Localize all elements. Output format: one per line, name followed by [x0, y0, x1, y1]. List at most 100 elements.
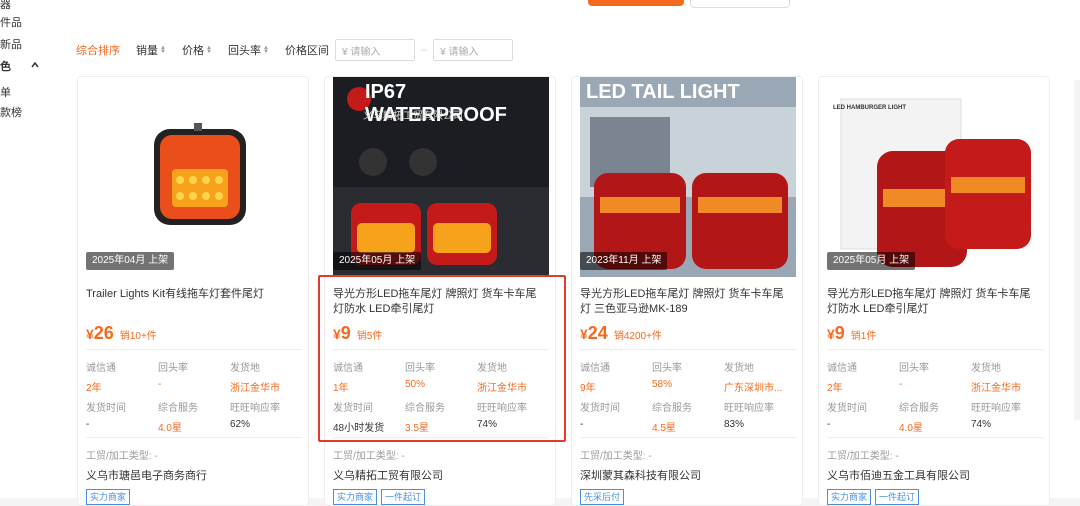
stat-value: 2年: [827, 383, 843, 394]
stat-value: 2年: [86, 383, 102, 394]
tag-list: 先采后付: [580, 489, 628, 505]
stat-value: -: [580, 419, 584, 430]
company-name[interactable]: 深圳蒙其森科技有限公司: [580, 467, 701, 483]
product-card[interactable]: LED TAIL LIGHT 2023年11月 上架 导光方形LED拖车尾灯 牌…: [571, 76, 803, 506]
sort-comprehensive[interactable]: 综合排序: [76, 42, 120, 58]
product-title[interactable]: Trailer Lights Kit有线拖车灯套件尾灯: [86, 287, 300, 302]
stat-value: 4.5星: [652, 423, 676, 434]
biz-type: 工贸/加工类型: -: [333, 451, 405, 462]
tag-list: 实力商家: [86, 489, 134, 505]
product-image[interactable]: LED TAIL LIGHT: [580, 77, 796, 277]
sidebar-item-0[interactable]: 器: [0, 0, 11, 12]
stat-value: 浙江金华市: [971, 383, 1021, 394]
stat-value: 62%: [230, 419, 251, 430]
stat-label: 发货时间: [333, 403, 373, 414]
product-title[interactable]: 导光方形LED拖车尾灯 牌照灯 货车卡车尾灯防水 LED牵引尾灯: [333, 287, 547, 317]
product-image-subcaption: 义乌精拓工贸有限公司: [363, 111, 463, 122]
stat-value: 3.5星: [405, 423, 429, 434]
divider: [580, 437, 796, 438]
stat-label: 发货时间: [580, 403, 620, 414]
sort-price[interactable]: 价格 ▲ ▼: [182, 42, 212, 58]
product-title[interactable]: 导光方形LED拖车尾灯 牌照灯 货车卡车尾灯 三色亚马逊MK-189: [580, 287, 794, 317]
stat-value: 50%: [405, 379, 426, 390]
stats-row-1: 诚信通 2年 回头率 - 发货地 浙江金华市: [86, 359, 302, 394]
stats-row-2: 发货时间 - 综合服务 4.0星 旺旺响应率 62%: [86, 399, 302, 434]
sort-return-rate[interactable]: 回头率 ▲ ▼: [228, 42, 269, 58]
divider: [827, 349, 1043, 350]
product-card[interactable]: LED HAMBURGER LIGHT 2025年05月 上架 导光方形LED拖…: [818, 76, 1050, 506]
sales-count: 销10+件: [119, 331, 157, 342]
chevron-up-icon[interactable]: [30, 60, 40, 70]
stat-label: 旺旺响应率: [477, 403, 527, 414]
sort-sales[interactable]: 销量 ▲ ▼: [136, 42, 166, 58]
stat-label: 诚信通: [827, 363, 857, 374]
price-max-input[interactable]: ¥ 请输入: [433, 39, 514, 61]
product-price: ¥ 9 销1件: [827, 323, 876, 344]
product-price: ¥ 24 销4200+件: [580, 323, 662, 344]
product-title[interactable]: 导光方形LED拖车尾灯 牌照灯 货车卡车尾灯防水 LED牵引尾灯: [827, 287, 1041, 317]
biz-type: 工贸/加工类型: -: [86, 451, 158, 462]
left-sidebar: 器 件品 新品 色 单 款榜: [0, 0, 60, 498]
stat-label: 综合服务: [158, 403, 198, 414]
stat-label: 发货地: [477, 363, 507, 374]
sidebar-item-3[interactable]: 色: [0, 58, 11, 74]
top-secondary-button[interactable]: [690, 0, 790, 8]
sidebar-item-1[interactable]: 件品: [0, 14, 22, 30]
sort-bar: 综合排序 销量 ▲ ▼ 价格 ▲ ▼ 回头率 ▲ ▼ 价格区间 ¥ 请输入 – ¥ 请输入: [76, 38, 514, 62]
stat-label: 旺旺响应率: [724, 403, 774, 414]
service-tag: 实力商家: [333, 489, 378, 505]
stat-label: 诚信通: [580, 363, 610, 374]
stat-label: 诚信通: [333, 363, 363, 374]
product-card[interactable]: IP67 WATERPROOF 义乌精拓工贸有限公司 2025年05月 上架 导…: [324, 76, 556, 506]
price-value: 9: [834, 323, 845, 343]
divider: [86, 349, 302, 350]
product-image[interactable]: LED HAMBURGER LIGHT: [827, 77, 1043, 277]
stat-value: 74%: [971, 419, 992, 430]
stat-value: 58%: [652, 379, 673, 390]
stat-value: 48小时发货: [333, 423, 385, 434]
price-value: 26: [93, 323, 114, 343]
sales-count: 销4200+件: [613, 331, 662, 342]
stat-label: 旺旺响应率: [230, 403, 280, 414]
company-name[interactable]: 义乌市瑭邑电子商务商行: [86, 467, 207, 483]
product-card[interactable]: 2025年04月 上架 Trailer Lights Kit有线拖车灯套件尾灯 …: [77, 76, 309, 506]
product-image[interactable]: [86, 77, 302, 277]
divider: [333, 437, 549, 438]
sidebar-item-5[interactable]: 款榜: [0, 104, 22, 120]
company-name[interactable]: 义乌市佰迪五金工具有限公司: [827, 467, 970, 483]
stat-value: -: [827, 419, 831, 430]
stat-value: 4.0星: [158, 423, 182, 434]
stats-row-2: 发货时间 - 综合服务 4.0星 旺旺响应率 74%: [827, 399, 1043, 434]
sidebar-item-4[interactable]: 单: [0, 84, 11, 100]
stat-value: 浙江金华市: [477, 383, 527, 394]
stat-label: 诚信通: [86, 363, 116, 374]
biz-type: 工贸/加工类型: -: [827, 451, 899, 462]
stats-row-1: 诚信通 2年 回头率 - 发货地 浙江金华市: [827, 359, 1043, 394]
stat-value: 4.0星: [899, 423, 923, 434]
biz-type: 工贸/加工类型: -: [580, 451, 652, 462]
currency-symbol: ¥: [86, 326, 94, 342]
listed-date-badge: 2025年05月 上架: [827, 252, 916, 270]
stats-row-1: 诚信通 9年 回头率 58% 发货地 广东深圳市...: [580, 359, 796, 394]
stat-label: 发货地: [230, 363, 260, 374]
top-primary-button[interactable]: [588, 0, 684, 6]
stat-label: 发货地: [724, 363, 754, 374]
product-image-caption: LED HAMBURGER LIGHT: [833, 105, 906, 111]
stats-row-1: 诚信通 1年 回头率 50% 发货地 浙江金华市: [333, 359, 549, 394]
sales-count: 销1件: [850, 331, 877, 342]
stat-value: -: [86, 419, 90, 430]
price-min-input[interactable]: ¥ 请输入: [335, 39, 415, 61]
product-price: ¥ 9 销5件: [333, 323, 382, 344]
company-name[interactable]: 义乌精拓工贸有限公司: [333, 467, 443, 483]
product-image[interactable]: IP67 WATERPROOF 义乌精拓工贸有限公司: [333, 77, 549, 277]
stat-label: 发货地: [971, 363, 1001, 374]
stat-label: 回头率: [652, 363, 682, 374]
sort-arrows-icon: ▲ ▼: [160, 45, 166, 55]
sidebar-item-2[interactable]: 新品: [0, 36, 22, 52]
listed-date-badge: 2025年05月 上架: [333, 252, 422, 270]
stat-label: 回头率: [158, 363, 188, 374]
stat-value: 广东深圳市...: [724, 383, 783, 394]
price-value: 9: [340, 323, 351, 343]
main-content: 综合排序 销量 ▲ ▼ 价格 ▲ ▼ 回头率 ▲ ▼ 价格区间 ¥ 请输入 – ¥ 请输入 …: [60, 0, 1080, 506]
service-tag: 先采后付: [580, 489, 625, 505]
